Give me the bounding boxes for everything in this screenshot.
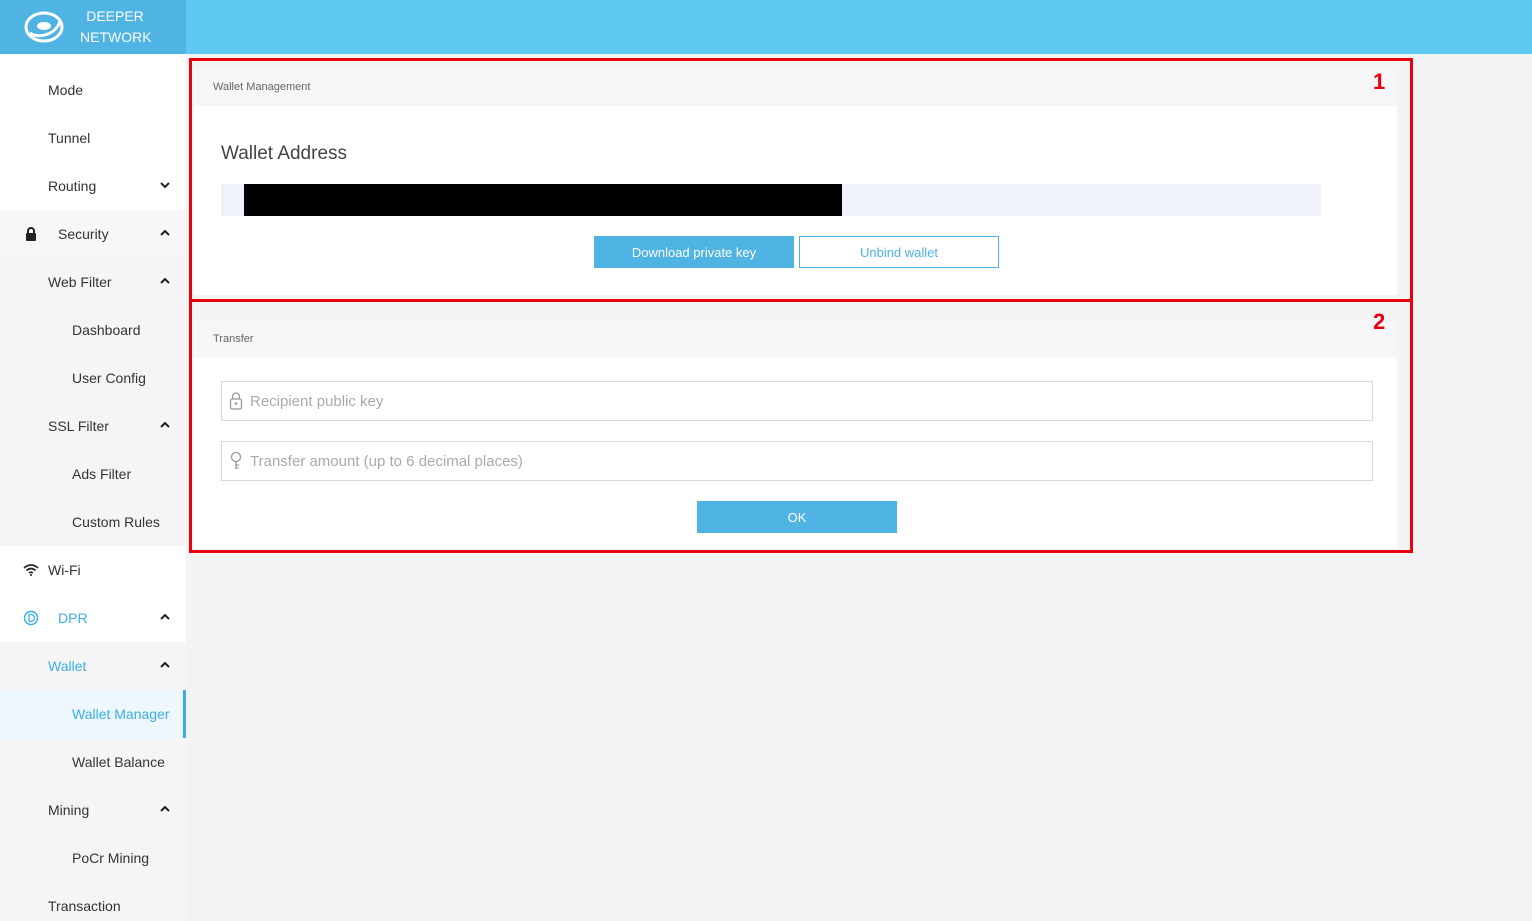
chevron-up-icon <box>160 229 170 236</box>
sidebar-item-ads-filter[interactable]: Ads Filter <box>0 450 186 498</box>
sidebar-item-label: Routing <box>48 178 97 194</box>
sidebar-item-label: Web Filter <box>48 274 112 290</box>
dpr-coin-icon <box>22 610 40 626</box>
sidebar-item-label: Wallet Manager <box>72 706 170 722</box>
sidebar-item-label: SSL Filter <box>48 418 109 434</box>
sidebar-item-transaction[interactable]: Transaction <box>0 882 186 921</box>
sidebar-item-dashboard[interactable]: Dashboard <box>0 306 186 354</box>
sidebar-item-label: Ads Filter <box>72 466 132 482</box>
sidebar-item-wallet-manager[interactable]: Wallet Manager <box>0 690 186 738</box>
lock-outline-icon <box>222 391 250 411</box>
sidebar-item-security[interactable]: Security <box>0 210 186 258</box>
sidebar-item-tunnel[interactable]: Tunnel <box>0 114 186 162</box>
sidebar-item-pocr-mining[interactable]: PoCr Mining <box>0 834 186 882</box>
sidebar-item-label: Dashboard <box>72 322 141 338</box>
unbind-wallet-button[interactable]: Unbind wallet <box>799 236 999 268</box>
sidebar-item-label: PoCr Mining <box>72 850 150 866</box>
chevron-up-icon <box>160 277 170 284</box>
key-icon <box>222 451 250 471</box>
transfer-card: Transfer OK <box>194 320 1397 548</box>
brand-line-1: DEEPER <box>86 8 144 24</box>
sidebar-item-routing[interactable]: Routing <box>0 162 186 210</box>
transfer-header: Transfer <box>194 320 1397 358</box>
sidebar-item-label: Custom Rules <box>72 514 160 530</box>
sidebar-item-label: Wallet Balance <box>72 754 165 770</box>
sidebar-item-label: User Config <box>72 370 146 386</box>
highlight-number-1: 1 <box>1373 69 1386 94</box>
wallet-management-header: Wallet Management <box>194 68 1397 106</box>
recipient-public-key-field[interactable] <box>221 381 1373 421</box>
wallet-management-card: Wallet Management Wallet Address Downloa… <box>194 68 1397 295</box>
sidebar-item-wallet[interactable]: Wallet <box>0 642 186 690</box>
sidebar-item-label: Security <box>58 226 109 242</box>
highlight-number-2: 2 <box>1373 309 1386 334</box>
sidebar-item-ssl-filter[interactable]: SSL Filter <box>0 402 186 450</box>
lock-icon <box>22 227 40 241</box>
main-content: Wallet Management Wallet Address Downloa… <box>186 54 1532 921</box>
brand-name: DEEPER NETWORK <box>80 6 152 48</box>
sidebar-item-mode[interactable]: Mode <box>0 66 186 114</box>
sidebar: Mode Tunnel Routing Security Web Filter … <box>0 54 186 921</box>
brand-logo[interactable]: DEEPER NETWORK <box>0 0 186 54</box>
brand-line-2: NETWORK <box>80 29 152 45</box>
wallet-address-field[interactable] <box>221 184 1321 216</box>
wallet-address-title: Wallet Address <box>221 143 348 164</box>
deeper-logo-icon <box>24 11 64 43</box>
sidebar-item-custom-rules[interactable]: Custom Rules <box>0 498 186 546</box>
ok-button[interactable]: OK <box>697 501 897 533</box>
sidebar-item-wifi[interactable]: Wi-Fi <box>0 546 186 594</box>
chevron-up-icon <box>160 613 170 620</box>
sidebar-item-mining[interactable]: Mining <box>0 786 186 834</box>
sidebar-item-dpr[interactable]: DPR <box>0 594 186 642</box>
recipient-public-key-input[interactable] <box>250 392 1372 410</box>
chevron-up-icon <box>160 421 170 428</box>
wifi-icon <box>22 564 40 576</box>
chevron-up-icon <box>160 661 170 668</box>
transfer-amount-input[interactable] <box>250 452 1372 470</box>
sidebar-item-user-config[interactable]: User Config <box>0 354 186 402</box>
top-bar <box>0 0 1532 54</box>
sidebar-item-web-filter[interactable]: Web Filter <box>0 258 186 306</box>
chevron-down-icon <box>160 182 170 189</box>
sidebar-item-label: Wallet <box>48 658 87 674</box>
chevron-up-icon <box>160 805 170 812</box>
download-private-key-button[interactable]: Download private key <box>594 236 794 268</box>
sidebar-item-label: DPR <box>58 610 88 626</box>
sidebar-item-label: Tunnel <box>48 130 91 146</box>
sidebar-item-label: Wi-Fi <box>48 562 81 578</box>
sidebar-item-label: Mode <box>48 82 84 98</box>
transfer-amount-field[interactable] <box>221 441 1373 481</box>
sidebar-item-wallet-balance[interactable]: Wallet Balance <box>0 738 186 786</box>
sidebar-item-label: Mining <box>48 802 90 818</box>
redacted-address <box>244 184 842 216</box>
sidebar-item-label: Transaction <box>48 898 121 914</box>
